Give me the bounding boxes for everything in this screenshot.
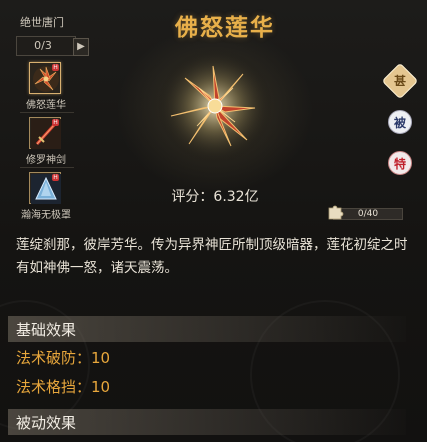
item-thumbnail[interactable]: H (29, 172, 61, 204)
sidebar-item-label: 瀚海无极罩 (21, 210, 71, 221)
item-score: 评分：6.32亿 (171, 189, 259, 205)
item-title: 佛怒莲华 (175, 15, 275, 41)
sidebar-title: 绝世唐门 (20, 16, 64, 29)
badge-icon: H (52, 174, 59, 181)
item-thumbnail[interactable]: H (29, 117, 61, 149)
exclusive-tag-icon[interactable]: 特 (388, 151, 412, 175)
item-description: 莲绽刹那，彼岸芳华。传为异界神匠所制顶级暗器，莲花初绽之时有如神佛一怒，诸天震荡… (16, 237, 408, 276)
section-title: 基础效果 (16, 321, 77, 339)
passive-tag-icon[interactable]: 被 (388, 110, 412, 134)
puzzle-icon (328, 205, 344, 220)
sidebar-counter: 0/3 (34, 39, 52, 52)
special-tag-label: 甚 (393, 74, 406, 88)
section-header-passive: 被动效果 (8, 409, 406, 435)
sidebar-counter-box: 0/3 ▶ (16, 36, 89, 56)
item-thumbnail[interactable]: H (29, 62, 61, 94)
lotus-artwork-icon (157, 48, 273, 164)
section-title: 被动效果 (16, 414, 77, 432)
sidebar-item-label: 佛怒莲华 (26, 100, 66, 111)
badge-icon: H (52, 119, 59, 126)
divider (20, 112, 74, 113)
stat-row: 法术破防：10 (16, 349, 111, 367)
progress-text: 0/40 (357, 209, 379, 219)
divider (20, 167, 74, 168)
chevron-right-icon[interactable]: ▶ (73, 38, 89, 56)
item-detail-panel: 绝世唐门 0/3 ▶ H 佛怒莲华 H 修罗神剑 H 瀚海无极罩 佛怒莲华 评分… (0, 0, 427, 442)
stat-row: 法术格挡：10 (16, 378, 111, 396)
sidebar-item-label: 修罗神剑 (26, 155, 66, 166)
section-header-basic: 基础效果 (8, 316, 406, 342)
badge-icon: H (52, 64, 59, 71)
